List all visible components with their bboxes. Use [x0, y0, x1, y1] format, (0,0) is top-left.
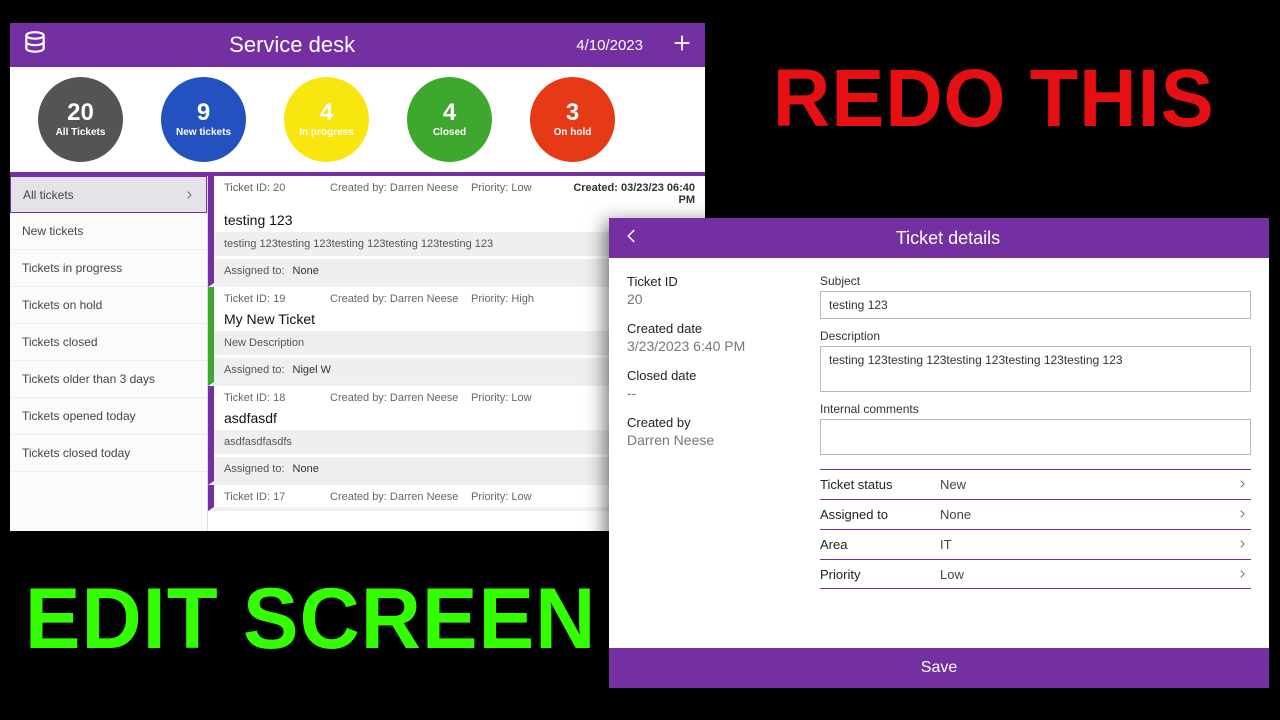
ticket-created-by: Created by: Darren Neese	[330, 182, 465, 206]
description-label: Description	[820, 329, 1251, 343]
ticket-id-value: 20	[627, 291, 802, 307]
created-by-label: Created by	[627, 415, 802, 430]
app-title: Service desk	[48, 32, 576, 58]
created-by-value: Darren Neese	[627, 432, 802, 448]
selector-value: Low	[940, 567, 1237, 582]
ticket-created-by: Created by: Darren Neese	[330, 293, 465, 305]
stat-count: 4	[320, 101, 333, 125]
ticket-created-by: Created by: Darren Neese	[330, 491, 465, 503]
comments-input[interactable]	[820, 419, 1251, 455]
ticket-priority: Priority: Low	[471, 392, 566, 404]
ticket-created-by: Created by: Darren Neese	[330, 392, 465, 404]
selector-row[interactable]: Ticket statusNew	[820, 469, 1251, 499]
ticket-id: Ticket ID: 19	[224, 293, 324, 305]
stat-label: New tickets	[176, 127, 231, 138]
sidebar-item-label: Tickets closed	[22, 335, 98, 349]
closed-date-value: --	[627, 385, 802, 401]
stat-circle[interactable]: 4 In progress	[284, 77, 369, 162]
service-desk-window: Service desk 4/10/2023 20 All Tickets 9 New…	[10, 23, 705, 531]
sidebar-item[interactable]: Tickets older than 3 days	[10, 361, 207, 398]
save-button[interactable]: Save	[609, 648, 1269, 688]
ticket-meta-row: Ticket ID: 20Created by: Darren NeesePri…	[214, 176, 705, 210]
detail-title: Ticket details	[641, 228, 1255, 249]
add-ticket-button[interactable]	[671, 32, 693, 59]
chevron-right-icon	[1237, 537, 1251, 552]
caption-edit: EDIT SCREEN	[25, 570, 597, 669]
selector-label: Assigned to	[820, 507, 940, 522]
created-date-label: Created date	[627, 321, 802, 336]
ticket-id: Ticket ID: 17	[224, 491, 324, 503]
sidebar-item-label: Tickets older than 3 days	[22, 372, 155, 386]
stat-circle[interactable]: 4 Closed	[407, 77, 492, 162]
app-header: Service desk 4/10/2023	[10, 23, 705, 67]
subject-label: Subject	[820, 274, 1251, 288]
detail-left-column: Ticket ID 20 Created date 3/23/2023 6:40…	[627, 274, 802, 648]
ticket-priority: Priority: Low	[471, 491, 566, 503]
back-button[interactable]	[623, 227, 641, 250]
selector-row[interactable]: AreaIT	[820, 529, 1251, 559]
chevron-right-icon	[1237, 477, 1251, 492]
sidebar-item-label: Tickets closed today	[22, 446, 130, 460]
ticket-detail-window: Ticket details Ticket ID 20 Created date…	[609, 218, 1269, 688]
sidebar-item-label: All tickets	[23, 188, 74, 202]
stat-circle[interactable]: 20 All Tickets	[38, 77, 123, 162]
detail-body: Ticket ID 20 Created date 3/23/2023 6:40…	[609, 258, 1269, 648]
closed-date-label: Closed date	[627, 368, 802, 383]
sidebar-item-label: Tickets on hold	[22, 298, 102, 312]
selector-label: Priority	[820, 567, 940, 582]
selector-value: None	[940, 507, 1237, 522]
selector-value: New	[940, 477, 1237, 492]
ticket-priority: Priority: Low	[471, 182, 566, 206]
ticket-id: Ticket ID: 18	[224, 392, 324, 404]
stat-label: On hold	[554, 127, 592, 138]
ticket-priority: Priority: High	[471, 293, 566, 305]
stat-count: 3	[566, 101, 579, 125]
sidebar: All tickets New tickets Tickets in progres…	[10, 176, 208, 531]
database-icon	[22, 30, 48, 61]
selector-row[interactable]: Assigned toNone	[820, 499, 1251, 529]
sidebar-item[interactable]: Tickets opened today	[10, 398, 207, 435]
detail-right-column: Subject testing 123 Description testing …	[820, 274, 1251, 648]
sidebar-item[interactable]: All tickets	[10, 176, 207, 213]
description-input[interactable]: testing 123testing 123testing 123testing…	[820, 346, 1251, 392]
selector-row[interactable]: PriorityLow	[820, 559, 1251, 589]
sidebar-item-label: Tickets opened today	[22, 409, 136, 423]
stat-count: 9	[197, 101, 210, 125]
ticket-created: Created: 03/23/23 06:40 PM	[572, 182, 695, 206]
selector-group: Ticket statusNewAssigned toNoneAreaITPri…	[820, 469, 1251, 589]
sidebar-item[interactable]: New tickets	[10, 213, 207, 250]
header-date: 4/10/2023	[576, 37, 643, 54]
selector-label: Area	[820, 537, 940, 552]
stat-circle[interactable]: 3 On hold	[530, 77, 615, 162]
stats-row: 20 All Tickets 9 New tickets 4 In progress 4 Cl…	[10, 67, 705, 176]
chevron-right-icon	[1237, 567, 1251, 582]
ticket-id-label: Ticket ID	[627, 274, 802, 289]
ticket-id: Ticket ID: 20	[224, 182, 324, 206]
sidebar-item[interactable]: Tickets on hold	[10, 287, 207, 324]
chevron-right-icon	[184, 190, 194, 200]
selector-label: Ticket status	[820, 477, 940, 492]
stat-label: Closed	[433, 127, 466, 138]
app-body: All tickets New tickets Tickets in progres…	[10, 176, 705, 531]
sidebar-item[interactable]: Tickets in progress	[10, 250, 207, 287]
sidebar-item-label: New tickets	[22, 224, 83, 238]
comments-label: Internal comments	[820, 402, 1251, 416]
caption-redo: REDO THIS	[773, 52, 1215, 146]
selector-value: IT	[940, 537, 1237, 552]
subject-input[interactable]: testing 123	[820, 291, 1251, 319]
stat-circle[interactable]: 9 New tickets	[161, 77, 246, 162]
sidebar-item[interactable]: Tickets closed	[10, 324, 207, 361]
sidebar-item[interactable]: Tickets closed today	[10, 435, 207, 472]
detail-header: Ticket details	[609, 218, 1269, 258]
stat-count: 4	[443, 101, 456, 125]
stat-label: In progress	[299, 127, 353, 138]
created-date-value: 3/23/2023 6:40 PM	[627, 338, 802, 354]
stat-label: All Tickets	[56, 127, 106, 138]
chevron-right-icon	[1237, 507, 1251, 522]
sidebar-item-label: Tickets in progress	[22, 261, 122, 275]
stat-count: 20	[67, 101, 94, 125]
